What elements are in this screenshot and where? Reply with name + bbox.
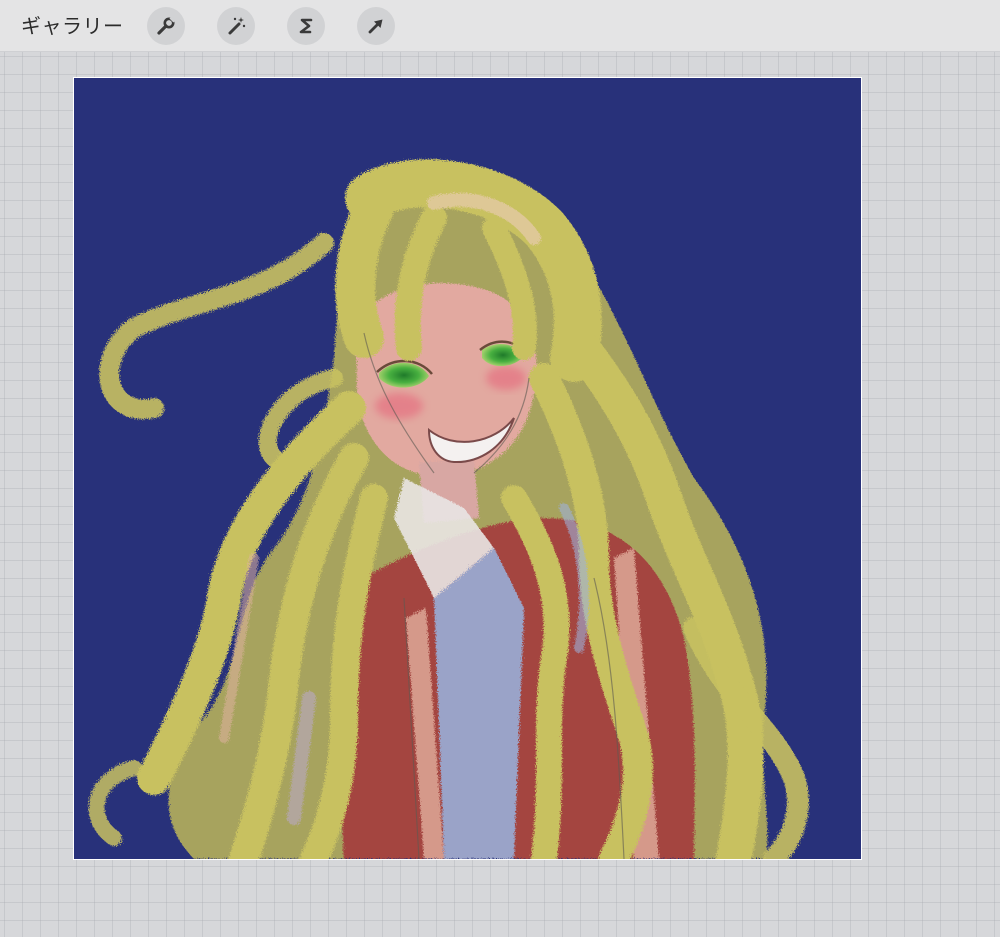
actions-button[interactable] (147, 7, 185, 45)
wrench-icon (157, 16, 176, 35)
selection-s-icon (299, 18, 313, 34)
artwork-illustration (74, 78, 861, 859)
top-toolbar: ギャラリー (0, 0, 1000, 52)
selection-button[interactable] (287, 7, 325, 45)
adjustments-button[interactable] (217, 7, 255, 45)
arrow-cursor-icon (368, 19, 383, 34)
magic-wand-icon (228, 17, 246, 35)
gallery-button[interactable]: ギャラリー (21, 12, 124, 40)
drawing-canvas[interactable] (73, 77, 862, 860)
transform-button[interactable] (357, 7, 395, 45)
